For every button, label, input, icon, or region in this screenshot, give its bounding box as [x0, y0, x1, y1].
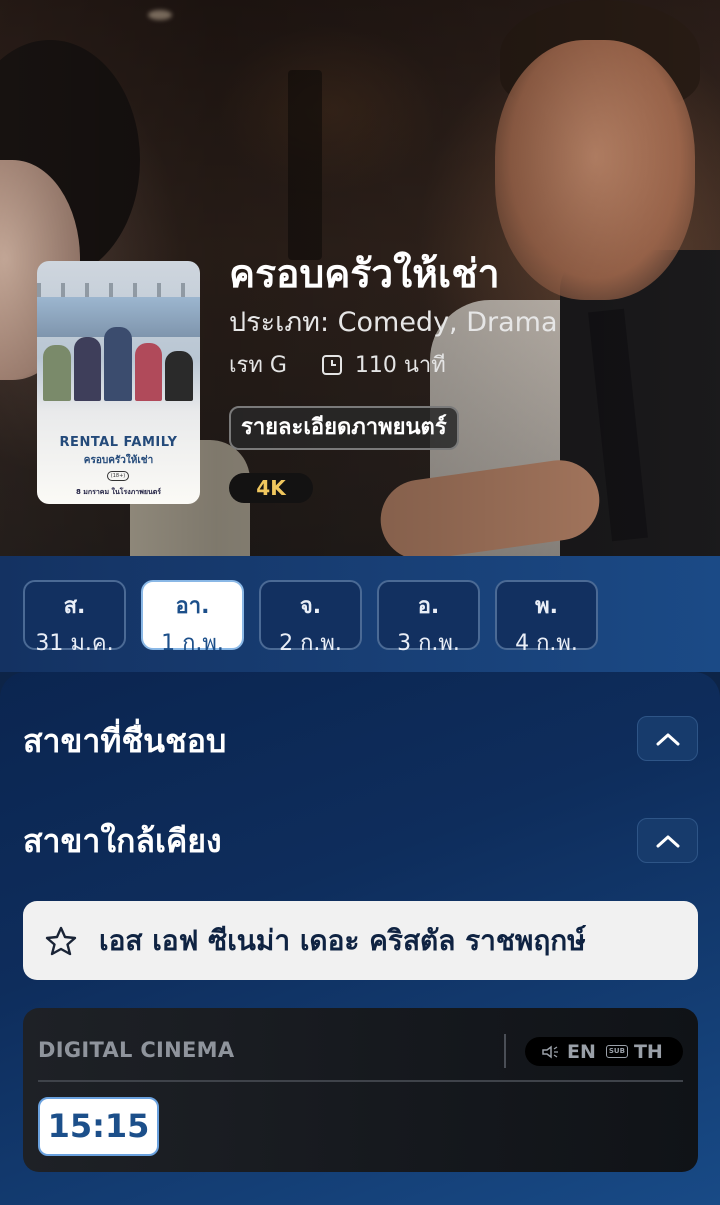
movie-duration: 110 นาที: [354, 353, 446, 378]
date-day: 3 ก.พ.: [397, 631, 460, 656]
date-dow: อ.: [417, 594, 440, 619]
hero-backdrop: RENTAL FAMILY ครอบครัวให้เช่า (18+) 8 มก…: [0, 0, 720, 556]
poster-rating-mark: (18+): [107, 471, 129, 481]
poster-cast: [43, 321, 193, 401]
showtime-card: DIGITAL CINEMA EN SUB TH 15:15: [23, 1008, 698, 1172]
subtitle-icon: SUB: [605, 1045, 628, 1058]
movie-genre: ประเภท: Comedy, Drama: [229, 307, 558, 338]
movie-title: ครอบครัวให้เช่า: [229, 252, 500, 297]
cinema-system-label: DIGITAL CINEMA: [38, 1038, 235, 1062]
date-dow: พ.: [535, 594, 558, 619]
chevron-up-icon: [656, 733, 679, 745]
date-pill[interactable]: พ. 4 ก.พ.: [495, 580, 598, 656]
movie-rating: เรท G: [229, 353, 287, 378]
poster-title-en: RENTAL FAMILY: [59, 435, 178, 450]
subtitle-language: TH: [633, 1040, 663, 1063]
divider: [38, 1080, 683, 1082]
movie-meta: เรท G 110 นาที: [229, 347, 446, 382]
showtime-button[interactable]: 15:15: [38, 1097, 159, 1156]
clock-icon: [321, 354, 342, 375]
poster-release: 8 มกราคม ในโรงภาพยนตร์: [75, 488, 162, 496]
branch-list-panel: สาขาที่ชื่นชอบ สาขาใกล้เคียง เอส เอฟ ซีเ…: [0, 672, 720, 1205]
star-outline-icon[interactable]: [45, 926, 77, 956]
date-selector: ส. 31 ม.ค. อา. 1 ก.พ. จ. 2 ก.พ. อ. 3 ก.พ…: [0, 556, 720, 672]
date-pill[interactable]: อ. 3 ก.พ.: [377, 580, 480, 656]
date-day: 1 ก.พ.: [161, 631, 224, 656]
movie-poster[interactable]: RENTAL FAMILY ครอบครัวให้เช่า (18+) 8 มก…: [37, 261, 200, 504]
date-pill[interactable]: ส. 31 ม.ค.: [23, 580, 126, 656]
date-dow: จ.: [299, 594, 322, 619]
chevron-up-icon: [656, 835, 679, 847]
date-pill-selected[interactable]: อา. 1 ก.พ.: [141, 580, 244, 656]
language-info: EN SUB TH: [525, 1037, 683, 1066]
date-day: 31 ม.ค.: [35, 631, 114, 656]
format-badge: 4K: [229, 473, 313, 503]
date-dow: อา.: [175, 594, 210, 619]
date-day: 4 ก.พ.: [515, 631, 578, 656]
date-day: 2 ก.พ.: [279, 631, 342, 656]
favorite-branches-title: สาขาที่ชื่นชอบ: [23, 722, 227, 760]
poster-train-rails: [37, 283, 200, 297]
poster-title-th: ครอบครัวให้เช่า: [83, 455, 154, 466]
nearby-branches-title: สาขาใกล้เคียง: [23, 822, 222, 860]
favorite-branches-toggle[interactable]: [637, 716, 698, 761]
divider: [504, 1034, 506, 1068]
date-pill[interactable]: จ. 2 ก.พ.: [259, 580, 362, 656]
branch-item[interactable]: เอส เอฟ ซีเนม่า เดอะ คริสตัล ราชพฤกษ์: [23, 901, 698, 980]
speaker-icon: [542, 1045, 558, 1058]
branch-name: เอส เอฟ ซีเนม่า เดอะ คริสตัล ราชพฤกษ์: [99, 923, 586, 957]
audio-language: EN: [567, 1040, 596, 1063]
nearby-branches-toggle[interactable]: [637, 818, 698, 863]
date-dow: ส.: [63, 594, 86, 619]
movie-details-button[interactable]: รายละเอียดภาพยนตร์: [229, 406, 459, 450]
